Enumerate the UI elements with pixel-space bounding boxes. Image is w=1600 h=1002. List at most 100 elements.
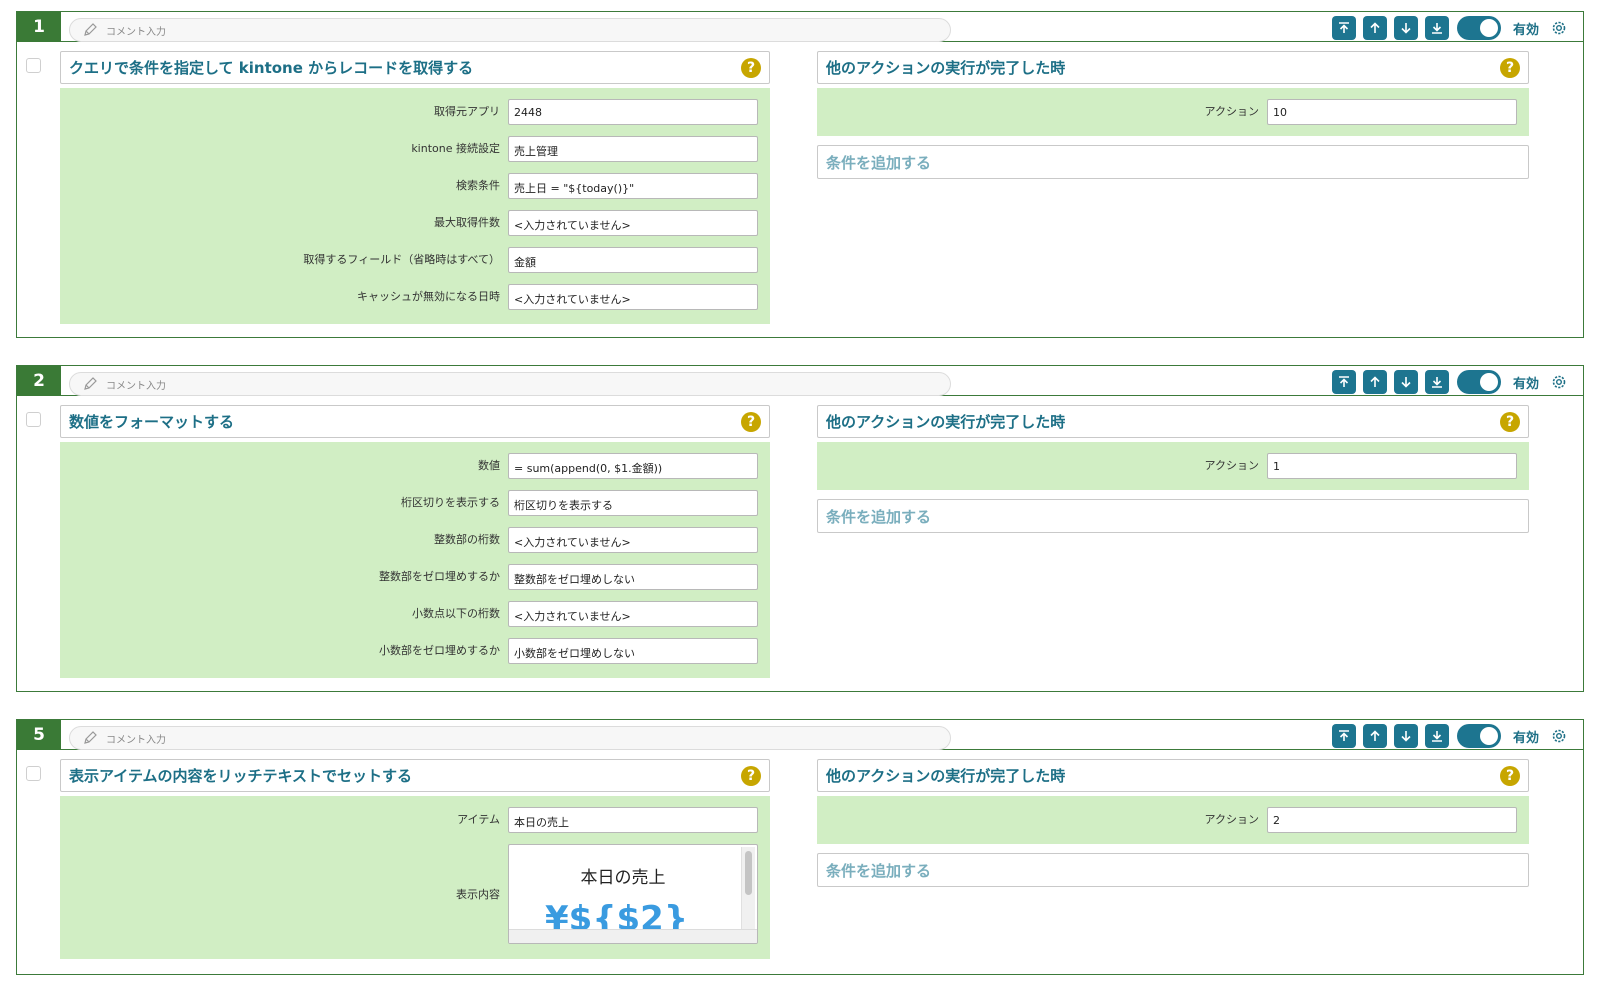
move-down-button[interactable]: [1393, 16, 1418, 40]
block-toolbar: 有効: [1325, 16, 1567, 40]
trigger-title-bar[interactable]: 他のアクションの実行が完了した時 ?: [817, 405, 1529, 438]
arrow-down-icon: [1401, 377, 1411, 388]
field-input[interactable]: 桁区切りを表示する: [508, 490, 758, 516]
field-input[interactable]: 小数部をゼロ埋めしない: [508, 638, 758, 664]
action-input[interactable]: 1: [1267, 453, 1517, 479]
rich-text-editor[interactable]: 本日の売上 ¥${$2}: [508, 844, 758, 944]
action-panel: 数値をフォーマットする ? 数値 = sum(append(0, $1.金額)) …: [60, 405, 770, 678]
field-row: 桁区切りを表示する 桁区切りを表示する: [60, 486, 770, 523]
arrow-up-icon: [1370, 376, 1380, 387]
trigger-title: 他のアクションの実行が完了した時: [826, 59, 1066, 77]
action-title-bar[interactable]: 数値をフォーマットする ?: [60, 405, 770, 438]
scrollbar-thumb[interactable]: [745, 851, 752, 895]
field-input[interactable]: <入力されていません>: [508, 284, 758, 310]
action-input[interactable]: 2: [1267, 807, 1517, 833]
field-row: アクション 2: [817, 803, 1529, 840]
action-title-bar[interactable]: 表示アイテムの内容をリッチテキストでセットする ?: [60, 759, 770, 792]
move-up-button[interactable]: [1362, 724, 1387, 748]
field-input[interactable]: 2448: [508, 99, 758, 125]
gear-icon[interactable]: [1551, 374, 1567, 390]
comment-input[interactable]: コメント入力: [69, 726, 951, 750]
trigger-title-bar[interactable]: 他のアクションの実行が完了した時 ?: [817, 51, 1529, 84]
help-icon[interactable]: ?: [741, 58, 761, 78]
move-down-button[interactable]: [1393, 370, 1418, 394]
enabled-label: 有効: [1512, 22, 1539, 38]
move-top-button[interactable]: [1331, 724, 1356, 748]
block-toolbar: 有効: [1325, 370, 1567, 394]
field-input[interactable]: <入力されていません>: [508, 210, 758, 236]
pencil-icon: [84, 731, 97, 744]
field-row: 最大取得件数 <入力されていません>: [60, 206, 770, 243]
toggle-knob: [1479, 373, 1498, 391]
field-row: 取得元アプリ 2448: [60, 95, 770, 132]
field-input[interactable]: 金額: [508, 247, 758, 273]
move-bottom-button[interactable]: [1424, 724, 1449, 748]
move-top-icon: [1338, 22, 1349, 33]
action-title: クエリで条件を指定して kintone からレコードを取得する: [69, 59, 474, 77]
move-bottom-button[interactable]: [1424, 370, 1449, 394]
help-icon[interactable]: ?: [741, 766, 761, 786]
gear-icon[interactable]: [1551, 728, 1567, 744]
move-bottom-icon: [1431, 377, 1442, 388]
add-condition-button[interactable]: 条件を追加する: [817, 145, 1529, 179]
enabled-toggle[interactable]: [1456, 16, 1501, 40]
trigger-panel: 他のアクションの実行が完了した時 ? アクション 10 条件を追加する: [817, 51, 1529, 179]
comment-placeholder: コメント入力: [106, 380, 166, 392]
block-number: 2: [17, 366, 61, 396]
field-label: 最大取得件数: [434, 216, 500, 229]
action-panel: 表示アイテムの内容をリッチテキストでセットする ? アイテム 本日の売上 表示内容…: [60, 759, 770, 959]
gear-icon[interactable]: [1551, 20, 1567, 36]
field-label: 整数部をゼロ埋めするか: [379, 570, 500, 583]
field-input[interactable]: 整数部をゼロ埋めしない: [508, 564, 758, 590]
enabled-label: 有効: [1512, 376, 1539, 392]
trigger-panel: 他のアクションの実行が完了した時 ? アクション 1 条件を追加する: [817, 405, 1529, 533]
move-bottom-icon: [1431, 23, 1442, 34]
enabled-toggle[interactable]: [1456, 370, 1501, 394]
comment-input[interactable]: コメント入力: [69, 372, 951, 396]
field-input[interactable]: 売上日 = "${today()}": [508, 173, 758, 199]
move-up-button[interactable]: [1362, 16, 1387, 40]
help-icon[interactable]: ?: [1500, 412, 1520, 432]
field-input[interactable]: = sum(append(0, $1.金額)): [508, 453, 758, 479]
enabled-label: 有効: [1512, 730, 1539, 746]
rich-text-label: 表示内容: [456, 888, 500, 901]
comment-input[interactable]: コメント入力: [69, 18, 951, 42]
trigger-title: 他のアクションの実行が完了した時: [826, 413, 1066, 431]
move-up-button[interactable]: [1362, 370, 1387, 394]
move-bottom-icon: [1431, 731, 1442, 742]
move-top-button[interactable]: [1331, 16, 1356, 40]
select-checkbox[interactable]: [26, 766, 41, 781]
add-condition-button[interactable]: 条件を追加する: [817, 499, 1529, 533]
add-condition-button[interactable]: 条件を追加する: [817, 853, 1529, 887]
trigger-fields: アクション 2: [817, 796, 1529, 844]
field-row: 小数点以下の桁数 <入力されていません>: [60, 597, 770, 634]
help-icon[interactable]: ?: [741, 412, 761, 432]
action-label: アクション: [1204, 105, 1259, 118]
action-block-1: 1 コメント入力 有効 クエリで条件を指定して kintone からレコードを取…: [16, 11, 1584, 338]
enabled-toggle[interactable]: [1456, 724, 1501, 748]
action-title: 表示アイテムの内容をリッチテキストでセットする: [69, 767, 413, 785]
action-panel: クエリで条件を指定して kintone からレコードを取得する ? 取得元アプリ…: [60, 51, 770, 324]
field-input[interactable]: <入力されていません>: [508, 527, 758, 553]
field-label: 小数点以下の桁数: [412, 607, 500, 620]
select-checkbox[interactable]: [26, 412, 41, 427]
action-input[interactable]: 10: [1267, 99, 1517, 125]
help-icon[interactable]: ?: [1500, 58, 1520, 78]
move-top-icon: [1338, 730, 1349, 741]
field-row: 小数部をゼロ埋めするか 小数部をゼロ埋めしない: [60, 634, 770, 671]
move-down-button[interactable]: [1393, 724, 1418, 748]
field-input[interactable]: <入力されていません>: [508, 601, 758, 627]
field-label: 小数部をゼロ埋めするか: [379, 644, 500, 657]
rich-text-heading: 本日の売上: [580, 868, 666, 888]
action-title: 数値をフォーマットする: [69, 413, 235, 431]
field-input[interactable]: 本日の売上: [508, 807, 758, 833]
move-bottom-button[interactable]: [1424, 16, 1449, 40]
move-top-button[interactable]: [1331, 370, 1356, 394]
editor-status-bar: [509, 929, 757, 943]
select-checkbox[interactable]: [26, 58, 41, 73]
action-title-bar[interactable]: クエリで条件を指定して kintone からレコードを取得する ?: [60, 51, 770, 84]
field-input[interactable]: 売上管理: [508, 136, 758, 162]
help-icon[interactable]: ?: [1500, 766, 1520, 786]
trigger-title-bar[interactable]: 他のアクションの実行が完了した時 ?: [817, 759, 1529, 792]
field-label: 数値: [478, 459, 500, 472]
